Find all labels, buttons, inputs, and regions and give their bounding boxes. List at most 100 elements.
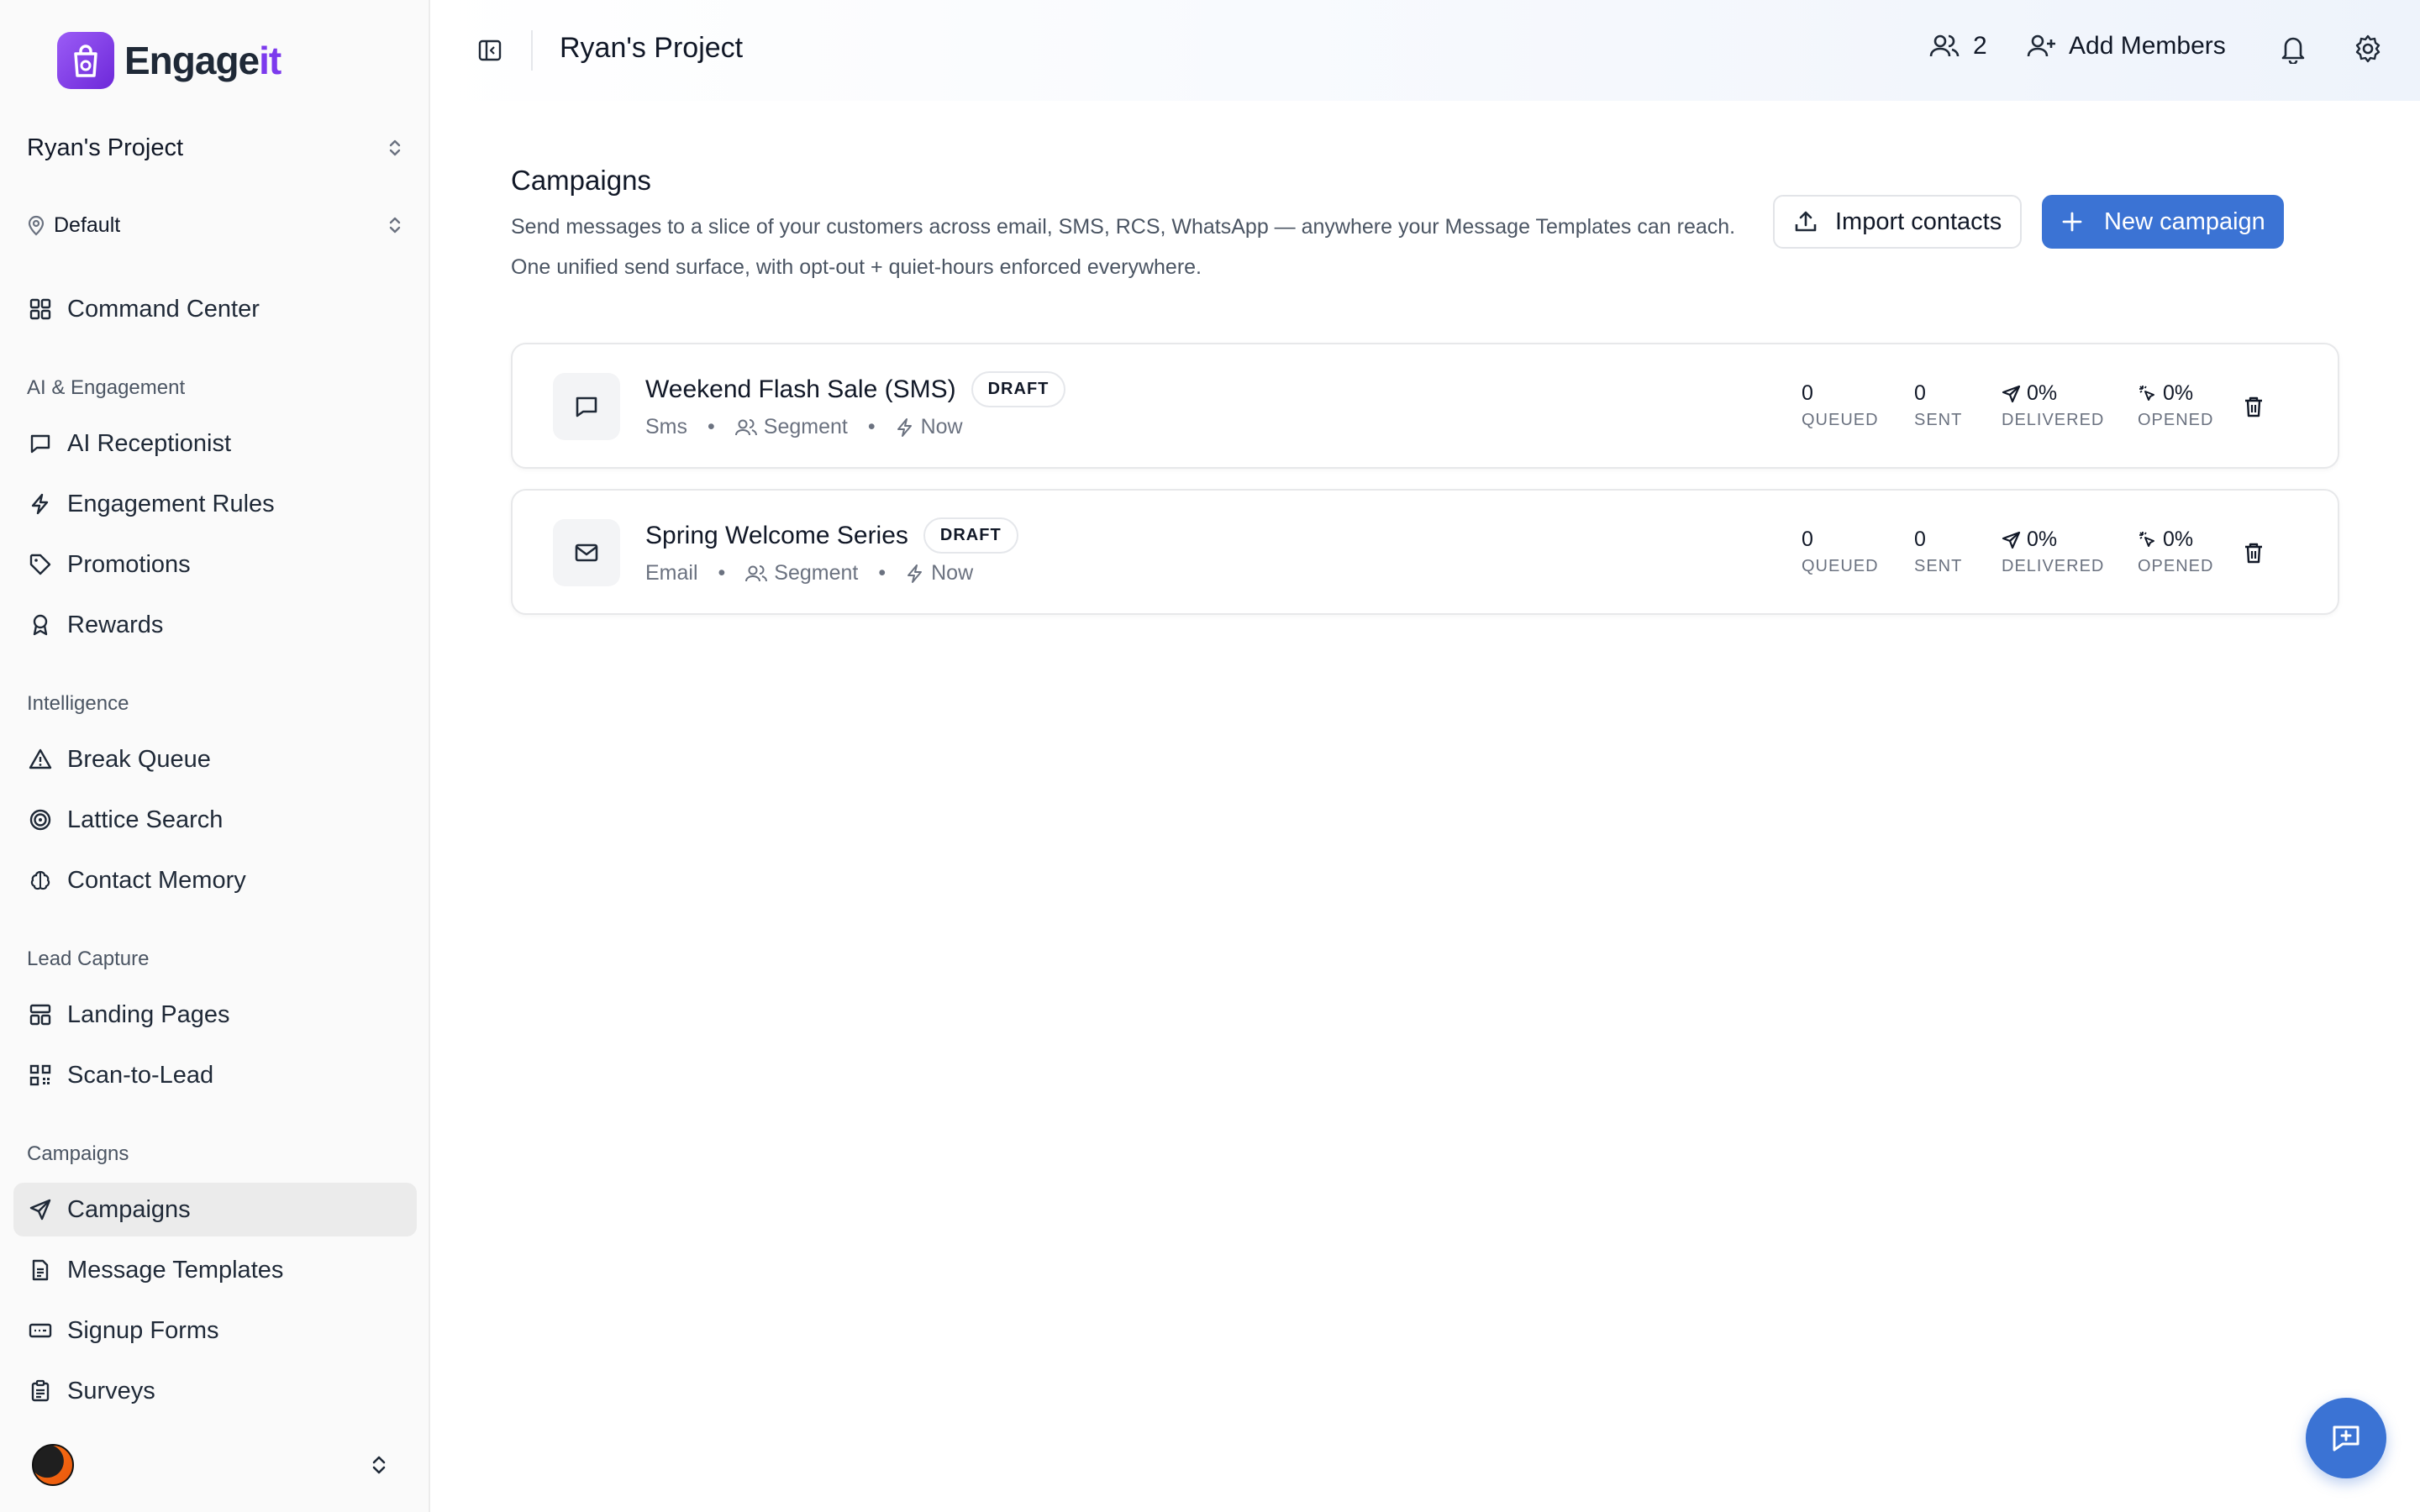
- brand-wordmark: Engageit: [124, 39, 281, 82]
- stat-label: OPENED: [2138, 557, 2214, 575]
- form-icon: [27, 1317, 54, 1344]
- sidebar-item-label: Contact Memory: [67, 866, 246, 894]
- message-plus-icon: [2333, 1425, 2360, 1452]
- sidebar-item-label: Signup Forms: [67, 1316, 219, 1344]
- sidebar-item-label: Rewards: [67, 611, 164, 638]
- stat-opened: 0% OPENED: [2138, 381, 2213, 430]
- sidebar-item-label: AI Receptionist: [67, 429, 232, 457]
- mail-icon: [575, 543, 598, 562]
- delete-campaign-button[interactable]: [2238, 391, 2269, 422]
- import-contacts-button[interactable]: Import contacts: [1773, 195, 2023, 249]
- chevron-up-down-icon: [389, 139, 401, 156]
- users-icon: [1929, 34, 1960, 57]
- sidebar-item-campaigns[interactable]: Campaigns: [13, 1183, 417, 1236]
- members-count: 2: [1973, 32, 1987, 60]
- meta-separator: •: [878, 561, 886, 585]
- avatar: [32, 1444, 74, 1486]
- location-pin-icon: [28, 215, 45, 236]
- campaign-name[interactable]: Spring Welcome Series: [645, 522, 908, 550]
- stat-value: 0: [1914, 528, 1926, 551]
- sidebar-item-signup-forms[interactable]: Signup Forms: [13, 1304, 417, 1357]
- status-badge: DRAFT: [971, 371, 1066, 407]
- notifications-button[interactable]: [2279, 34, 2307, 68]
- stat-value: 0: [1802, 381, 1813, 405]
- campaign-name[interactable]: Weekend Flash Sale (SMS): [645, 375, 956, 404]
- bell-icon: [2281, 37, 2305, 66]
- header-divider: [531, 30, 533, 71]
- stat-label: OPENED: [2138, 411, 2214, 429]
- stat-value: 0%: [2027, 381, 2058, 405]
- section-title: Campaigns: [511, 165, 651, 196]
- sidebar-item-command-center[interactable]: Command Center: [13, 282, 417, 336]
- sidebar-item-label: Engagement Rules: [67, 490, 275, 517]
- chat-support-button[interactable]: [2306, 1398, 2386, 1478]
- trash-icon: [2245, 396, 2262, 417]
- campaign-channel-badge: [553, 519, 620, 586]
- panel-left-icon: [478, 39, 502, 61]
- sidebar: Engageit Ryan's Project Default Command …: [0, 0, 430, 1512]
- members-count-button[interactable]: 2: [1929, 32, 1987, 60]
- sidebar-item-landing-pages[interactable]: Landing Pages: [13, 988, 417, 1042]
- click-icon: [2139, 531, 2154, 547]
- project-selector[interactable]: Ryan's Project: [27, 128, 403, 168]
- stat-label: SENT: [1914, 411, 1963, 429]
- user-plus-icon: [2027, 34, 2055, 57]
- brand-logo[interactable]: Engageit: [57, 32, 281, 89]
- user-menu[interactable]: [32, 1443, 388, 1487]
- lightning-icon: [908, 564, 923, 583]
- sidebar-item-break-queue[interactable]: Break Queue: [13, 732, 417, 786]
- sidebar-item-contact-memory[interactable]: Contact Memory: [13, 853, 417, 907]
- document-icon: [27, 1257, 54, 1284]
- sidebar-item-rewards[interactable]: Rewards: [13, 598, 417, 652]
- sidebar-item-promotions[interactable]: Promotions: [13, 538, 417, 591]
- delete-campaign-button[interactable]: [2238, 538, 2269, 568]
- stat-delivered: 0% DELIVERED: [2002, 381, 2104, 430]
- chevron-up-down-icon: [389, 217, 401, 234]
- nav-section-ai-engagement: AI & Engagement: [27, 376, 186, 399]
- status-badge: DRAFT: [923, 517, 1018, 554]
- stat-label: DELIVERED: [2002, 411, 2105, 429]
- qr-code-icon: [27, 1062, 54, 1089]
- send-icon: [2002, 385, 2021, 402]
- plus-icon: [2062, 212, 2082, 232]
- sidebar-item-lattice-search[interactable]: Lattice Search: [13, 793, 417, 847]
- campaign-card[interactable]: Spring Welcome Series DRAFT Email • Segm…: [511, 489, 2339, 615]
- nav-section-campaigns: Campaigns: [27, 1142, 129, 1165]
- send-icon: [2002, 531, 2021, 549]
- meta-separator: •: [718, 561, 726, 585]
- stat-opened: 0% OPENED: [2138, 528, 2213, 576]
- lightning-icon: [897, 417, 912, 437]
- chevron-up-down-icon: [372, 1456, 386, 1474]
- campaign-meta: Email • Segment • Now: [645, 561, 973, 585]
- campaign-schedule: Now: [931, 561, 974, 585]
- sidebar-item-message-templates[interactable]: Message Templates: [13, 1243, 417, 1297]
- location-selector-label: Default: [54, 213, 121, 237]
- sidebar-item-ai-receptionist[interactable]: AI Receptionist: [13, 417, 417, 470]
- campaign-card[interactable]: Weekend Flash Sale (SMS) DRAFT Sms • Seg…: [511, 343, 2339, 469]
- nav-section-lead-capture: Lead Capture: [27, 948, 150, 970]
- tag-icon: [27, 551, 54, 578]
- stat-queued: 0 QUEUED: [1802, 381, 1879, 430]
- settings-button[interactable]: [2353, 34, 2383, 68]
- campaign-audience: Segment: [763, 415, 848, 438]
- sidebar-toggle-button[interactable]: [472, 34, 508, 67]
- chat-bubble-icon: [576, 396, 597, 417]
- brain-icon: [27, 867, 54, 894]
- location-selector[interactable]: Default: [27, 207, 403, 244]
- sidebar-item-scan-to-lead[interactable]: Scan-to-Lead: [13, 1048, 417, 1102]
- campaign-schedule: Now: [920, 415, 963, 438]
- radar-icon: [27, 806, 54, 833]
- campaign-channel: Sms: [645, 415, 687, 438]
- chat-bubble-icon: [27, 430, 54, 457]
- sidebar-item-engagement-rules[interactable]: Engagement Rules: [13, 477, 417, 531]
- sidebar-item-surveys[interactable]: Surveys: [13, 1364, 417, 1418]
- grid-icon: [27, 296, 54, 323]
- campaign-channel-badge: [553, 373, 620, 440]
- stat-label: QUEUED: [1802, 557, 1879, 575]
- new-campaign-button[interactable]: New campaign: [2042, 195, 2284, 249]
- stat-queued: 0 QUEUED: [1802, 528, 1879, 576]
- stat-label: SENT: [1914, 557, 1963, 575]
- users-icon: [734, 418, 757, 435]
- add-members-button[interactable]: Add Members: [2027, 32, 2226, 60]
- lightning-icon: [27, 491, 54, 517]
